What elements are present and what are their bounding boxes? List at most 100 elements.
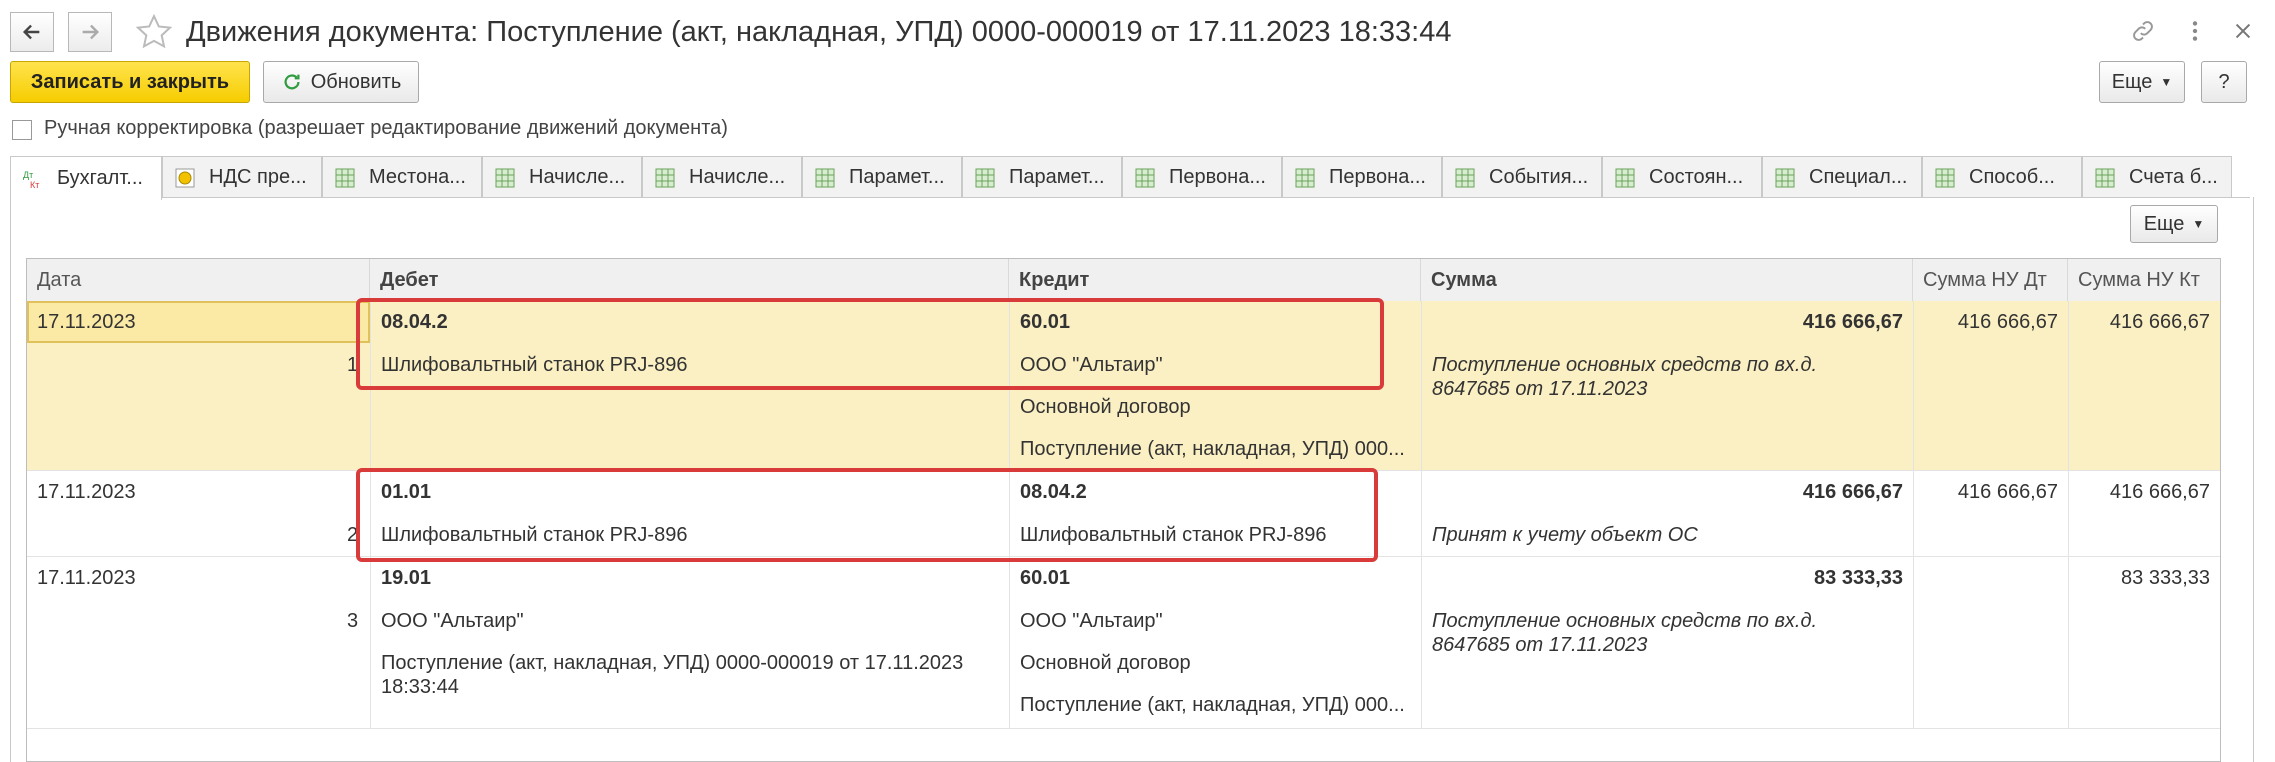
close-icon[interactable] — [2228, 16, 2258, 46]
row-date: 17.11.2023 — [37, 567, 136, 589]
column-header-credit[interactable]: Кредит — [1009, 259, 1421, 301]
table-icon — [335, 168, 355, 187]
tab-bar: Дт Кт Бухгалт... НДС пре... Местона... На… — [10, 156, 2250, 200]
tab-register-9[interactable]: Первона... — [1282, 156, 1442, 198]
back-button[interactable] — [10, 12, 54, 52]
tab-register-8[interactable]: Первона... — [1122, 156, 1282, 198]
debit-subconto: ООО "Альтаир" — [381, 610, 524, 632]
more-button[interactable]: Еще ▼ — [2099, 61, 2185, 103]
column-header-debit[interactable]: Дебет — [370, 259, 1009, 301]
sum-nu-kt-value: 416 666,67 — [2109, 311, 2210, 333]
tab-label: Состоян... — [1649, 166, 1744, 188]
sum-nu-dt-value: 416 666,67 — [1957, 481, 2058, 503]
row-date: 17.11.2023 — [37, 311, 136, 333]
tab-label: Парамет... — [849, 166, 945, 188]
svg-text:Кт: Кт — [30, 180, 39, 189]
chevron-down-icon: ▼ — [2192, 217, 2205, 231]
tab-register-3[interactable]: Местона... — [322, 156, 482, 198]
column-separator — [1421, 301, 1422, 729]
arrow-left-icon — [22, 24, 40, 40]
tab-label: Парамет... — [1009, 166, 1105, 188]
table-icon — [1935, 168, 1955, 187]
debit-subconto: Поступление (акт, накладная, УПД) 0000-0… — [381, 652, 964, 698]
dt-kt-icon: ДтКт — [23, 170, 39, 189]
column-header-sum-nu-dt[interactable]: Сумма НУ Дт — [1913, 259, 2068, 301]
entry-description: Поступление основных средств по вх.д. 86… — [1432, 354, 1818, 400]
tab-register-13[interactable]: Способ... — [1922, 156, 2082, 198]
tab-label: Начисле... — [529, 166, 626, 188]
table-icon — [975, 168, 995, 187]
credit-subconto: ООО "Альтаир" — [1020, 610, 1163, 632]
credit-account: 60.01 — [1020, 567, 1071, 589]
table-more-button[interactable]: Еще ▼ — [2130, 205, 2218, 243]
tab-label: События... — [1489, 166, 1589, 188]
highlight-box — [356, 468, 1378, 562]
sum-nu-kt-value: 83 333,33 — [2121, 567, 2210, 589]
column-header-sum-nu-kt[interactable]: Сумма НУ Кт — [2068, 259, 2220, 301]
table-icon — [1455, 168, 1475, 187]
tab-register-5[interactable]: Начисле... — [642, 156, 802, 198]
link-icon[interactable] — [2128, 16, 2158, 46]
credit-subconto: Поступление (акт, накладная, УПД) 000... — [1020, 694, 1405, 716]
table-icon — [1775, 168, 1795, 187]
tab-label: Счета б... — [2129, 166, 2218, 188]
help-button[interactable]: ? — [2201, 61, 2247, 103]
table-icon — [815, 168, 835, 187]
manual-correction-label: Ручная корректировка (разрешает редактир… — [44, 117, 728, 139]
table-icon — [1615, 168, 1635, 187]
tab-register-6[interactable]: Парамет... — [802, 156, 962, 198]
sum-value: 416 666,67 — [1802, 481, 1903, 503]
window-title: Движения документа: Поступление (акт, на… — [186, 16, 1452, 48]
tab-accounting[interactable]: Дт Кт Бухгалт... — [10, 156, 162, 200]
more-label: Еще — [2143, 212, 2185, 235]
column-header-sum[interactable]: Сумма — [1421, 259, 1913, 301]
tab-label: Местона... — [369, 166, 466, 188]
debit-account: 19.01 — [381, 567, 432, 589]
column-separator — [1913, 301, 1914, 729]
table-icon — [1295, 168, 1315, 187]
tab-register-11[interactable]: Состоян... — [1602, 156, 1762, 198]
arrow-right-icon — [82, 24, 100, 40]
table-icon — [2095, 168, 2115, 187]
tab-label: Способ... — [1969, 166, 2055, 188]
table-icon — [495, 168, 515, 187]
favorite-star-icon[interactable] — [134, 12, 174, 52]
svg-text:Дт: Дт — [23, 170, 33, 180]
tab-vat[interactable]: НДС пре... — [162, 156, 322, 198]
sum-value: 416 666,67 — [1802, 311, 1903, 333]
table-icon — [655, 168, 675, 187]
tab-label: Начисле... — [689, 166, 786, 188]
entry-description: Принят к учету объект ОС — [1432, 524, 1698, 546]
manual-correction-checkbox[interactable] — [12, 120, 32, 140]
tab-label: Первона... — [1169, 166, 1266, 188]
refresh-button[interactable]: Обновить — [263, 61, 419, 103]
sum-value: 83 333,33 — [1814, 567, 1903, 589]
tab-label: НДС пре... — [209, 166, 307, 188]
table-icon — [1135, 168, 1155, 187]
tab-register-14[interactable]: Счета б... — [2082, 156, 2232, 198]
refresh-icon — [284, 74, 300, 90]
table-row[interactable]: 17.11.2023 3 19.01 ООО "Альтаир" Поступл… — [27, 557, 2220, 729]
tab-label: Специал... — [1809, 166, 1908, 188]
credit-subconto: Поступление (акт, накладная, УПД) 000... — [1020, 438, 1405, 460]
sum-nu-kt-value: 416 666,67 — [2109, 481, 2210, 503]
more-label: Еще — [2111, 70, 2153, 93]
tab-register-4[interactable]: Начисле... — [482, 156, 642, 198]
table-header: Дата Дебет Кредит Сумма Сумма НУ Дт Сумм… — [27, 259, 2220, 302]
column-separator — [2068, 301, 2069, 729]
forward-button[interactable] — [68, 12, 112, 52]
chevron-down-icon: ▼ — [2160, 75, 2173, 89]
tab-register-7[interactable]: Парамет... — [962, 156, 1122, 198]
sum-nu-dt-value: 416 666,67 — [1957, 311, 2058, 333]
row-number: 3 — [347, 610, 359, 632]
entry-description: Поступление основных средств по вх.д. 86… — [1432, 610, 1818, 656]
tab-label: Бухгалт... — [57, 167, 143, 189]
more-vertical-icon[interactable] — [2180, 16, 2210, 46]
tab-register-12[interactable]: Специал... — [1762, 156, 1922, 198]
save-and-close-button[interactable]: Записать и закрыть — [10, 61, 250, 103]
vat-icon — [175, 168, 195, 187]
tab-register-10[interactable]: События... — [1442, 156, 1602, 198]
refresh-label: Обновить — [310, 70, 402, 93]
credit-subconto: Основной договор — [1020, 396, 1191, 418]
column-header-date[interactable]: Дата — [27, 259, 370, 301]
